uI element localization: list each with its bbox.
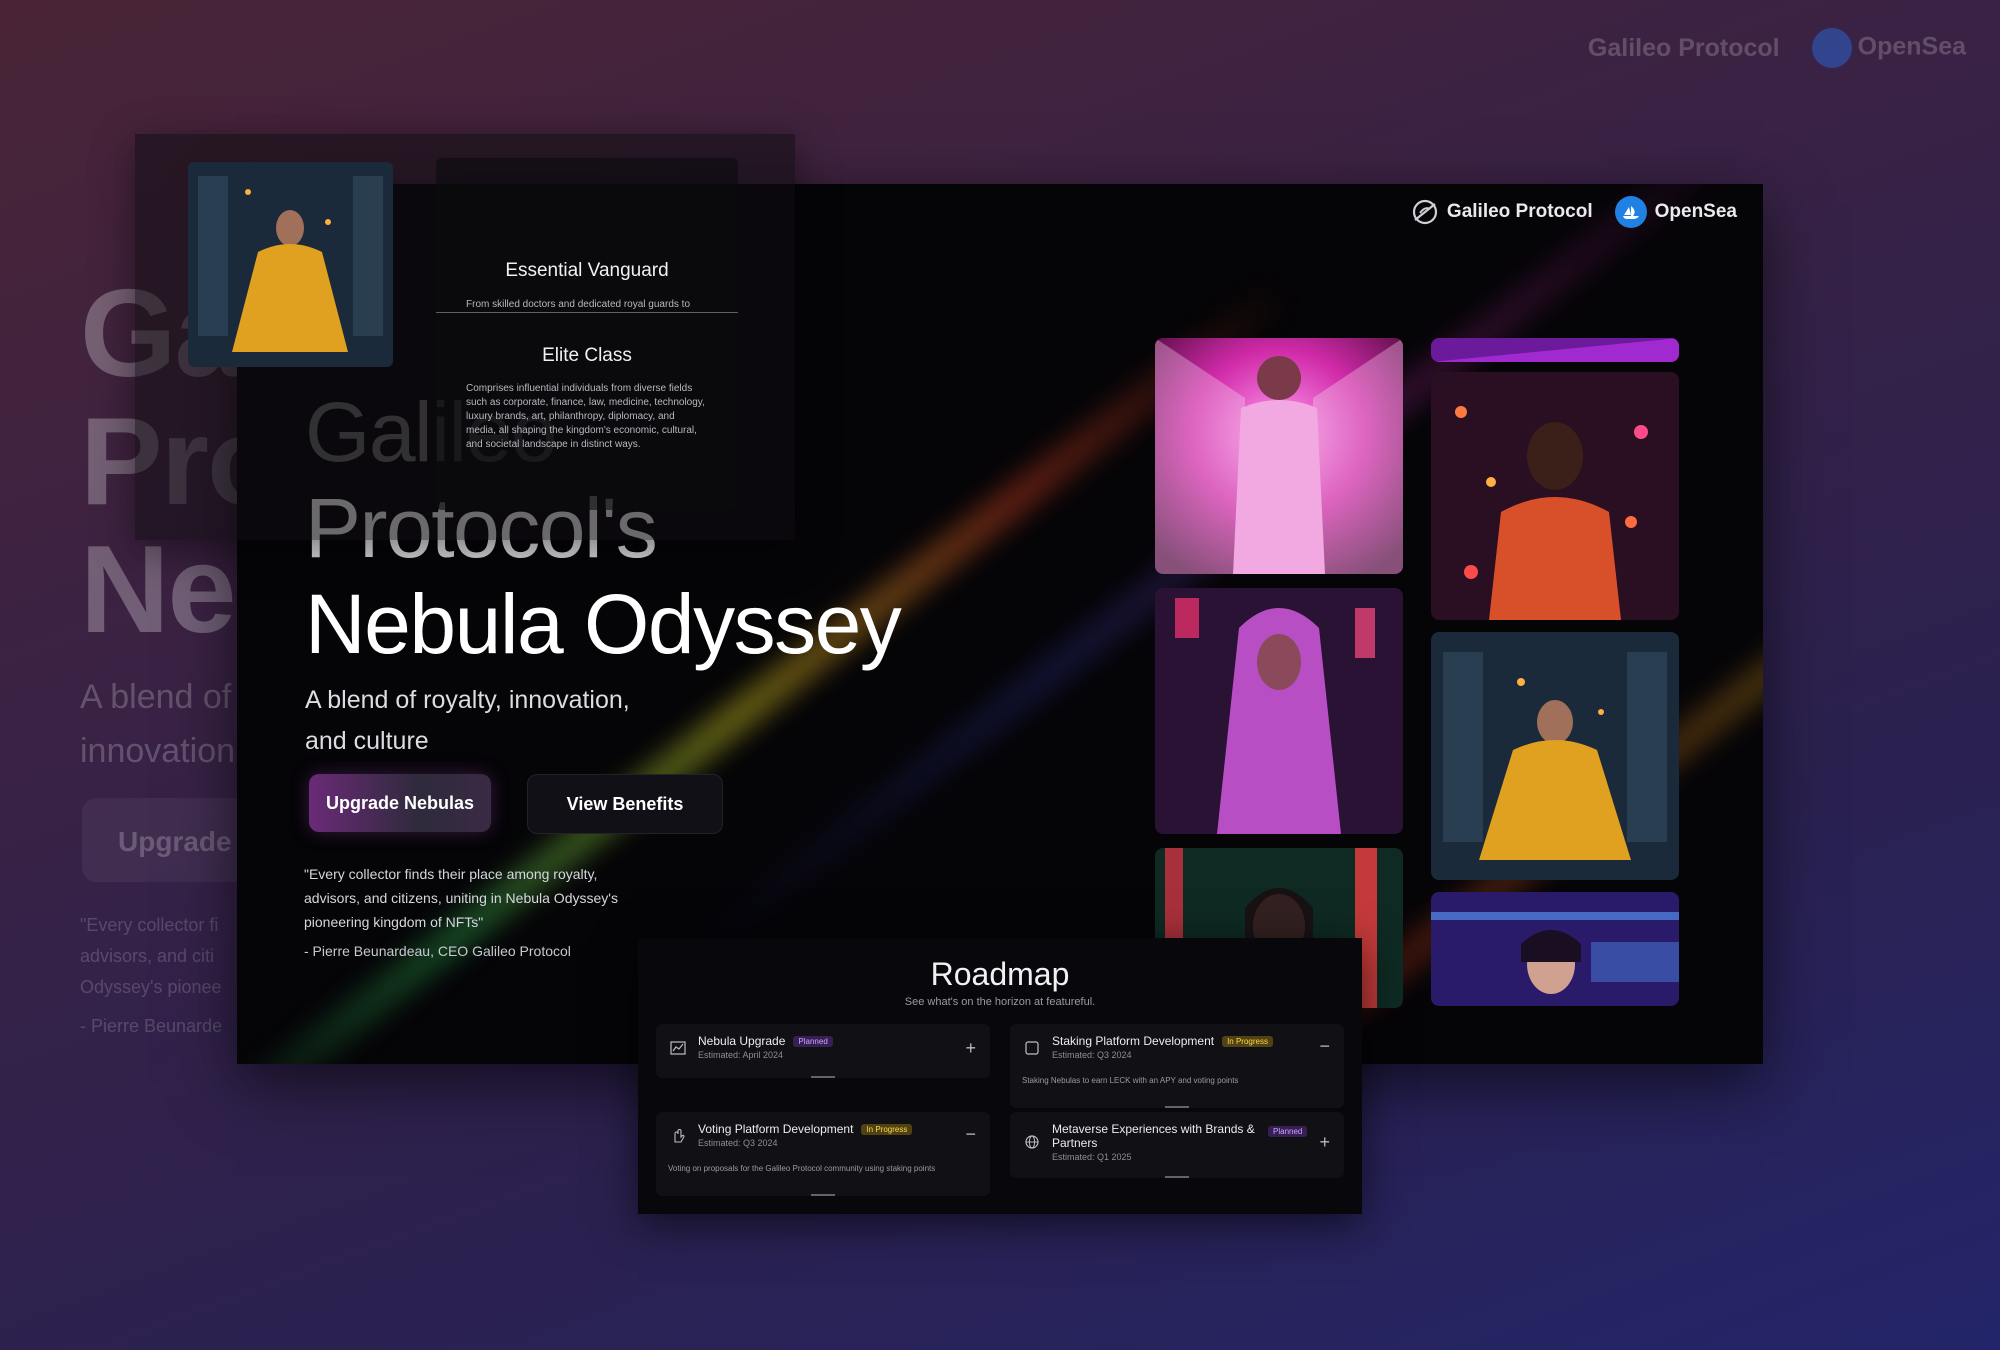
roadmap-item-nebula-upgrade[interactable]: Nebula Upgrade Planned Estimated: April 2… xyxy=(656,1024,990,1078)
ghost-brands: Galileo Protocol OpenSea xyxy=(1588,28,1966,68)
roadmap-subtitle: See what's on the horizon at featureful. xyxy=(904,996,1096,1008)
card-indicator xyxy=(1165,1176,1189,1178)
ghost-opensea-brand: OpenSea xyxy=(1811,28,1966,68)
hand-icon xyxy=(674,1128,685,1143)
overlay-nft-image[interactable] xyxy=(188,162,393,367)
status-badge: Planned xyxy=(1268,1126,1308,1137)
status-badge: In Progress xyxy=(861,1124,913,1136)
upgrade-nebulas-button[interactable]: Upgrade Nebulas xyxy=(309,774,491,832)
quote-author: - Pierre Beunardeau, CEO Galileo Protoco… xyxy=(304,943,571,959)
collapse-toggle[interactable]: − xyxy=(965,1124,976,1145)
tier-divider xyxy=(436,312,738,313)
hero-subtitle: A blend of royalty, innovation, and cult… xyxy=(305,686,630,755)
view-benefits-button[interactable]: View Benefits xyxy=(527,774,723,834)
roadmap-item-staking-platform[interactable]: Staking Platform Development In Progress … xyxy=(1010,1024,1344,1108)
card-indicator xyxy=(811,1194,835,1196)
opensea-link[interactable]: OpenSea xyxy=(1614,196,1737,228)
roadmap-title: Roadmap xyxy=(930,956,1070,992)
collapse-toggle[interactable]: − xyxy=(1319,1036,1330,1057)
tier-stack-lines xyxy=(456,159,736,223)
galileo-logo-icon xyxy=(1412,199,1438,225)
nft-image-hooded-woman[interactable] xyxy=(1155,588,1403,834)
opensea-logo-icon xyxy=(1614,196,1647,228)
tier-overlay-card: Essential Vanguard From skilled doctors … xyxy=(135,134,795,540)
ghost-opensea-icon xyxy=(1811,28,1852,68)
globe-icon xyxy=(1025,1135,1039,1149)
expand-toggle[interactable]: + xyxy=(1319,1132,1330,1153)
tier-title-essential-vanguard: Essential Vanguard xyxy=(505,260,669,281)
roadmap-item-voting-platform[interactable]: Voting Platform Development In Progress E… xyxy=(656,1112,990,1196)
expand-toggle[interactable]: + xyxy=(965,1038,976,1059)
nft-image-astronaut[interactable] xyxy=(1155,338,1403,574)
header-brands: Galileo Protocol OpenSea xyxy=(1411,196,1737,228)
ghost-quote: "Every collector fi advisors, and citi O… xyxy=(80,915,223,1036)
nft-image-meditating-woman[interactable] xyxy=(1431,632,1679,880)
tier-desc-essential-vanguard: From skilled doctors and dedicated royal… xyxy=(466,299,691,310)
nft-image-neon-woman[interactable] xyxy=(1431,892,1679,1006)
status-badge: Planned xyxy=(793,1036,833,1048)
ghost-subtitle: A blend of innovation xyxy=(80,678,236,770)
nft-image-sequin-man[interactable] xyxy=(1431,372,1679,620)
status-badge: In Progress xyxy=(1222,1036,1273,1048)
roadmap-item-metaverse-experiences[interactable]: Metaverse Experiences with Brands & Part… xyxy=(1010,1112,1344,1178)
card-indicator xyxy=(1165,1106,1189,1108)
nft-image-partial[interactable] xyxy=(1431,338,1679,362)
roadmap-item-detail: Staking Nebulas to earn LECK with an APY… xyxy=(1022,1076,1239,1085)
ceo-quote: "Every collector finds their place among… xyxy=(304,866,618,930)
ghost-button: Upgrade N xyxy=(82,798,262,882)
card-indicator xyxy=(811,1076,835,1078)
chart-icon xyxy=(670,1041,686,1055)
roadmap-panel: Roadmap See what's on the horizon at fea… xyxy=(638,938,1362,1214)
tier-list: Essential Vanguard From skilled doctors … xyxy=(436,158,738,510)
tier-title-elite-class: Elite Class xyxy=(542,345,632,366)
galileo-protocol-link[interactable]: Galileo Protocol xyxy=(1411,198,1593,226)
roadmap-item-detail: Voting on proposals for the Galileo Prot… xyxy=(668,1164,936,1173)
ghost-galileo-brand: Galileo Protocol xyxy=(1587,33,1780,62)
square-icon xyxy=(1025,1041,1039,1055)
tier-desc-elite-class: Comprises influential individuals from d… xyxy=(466,383,705,450)
